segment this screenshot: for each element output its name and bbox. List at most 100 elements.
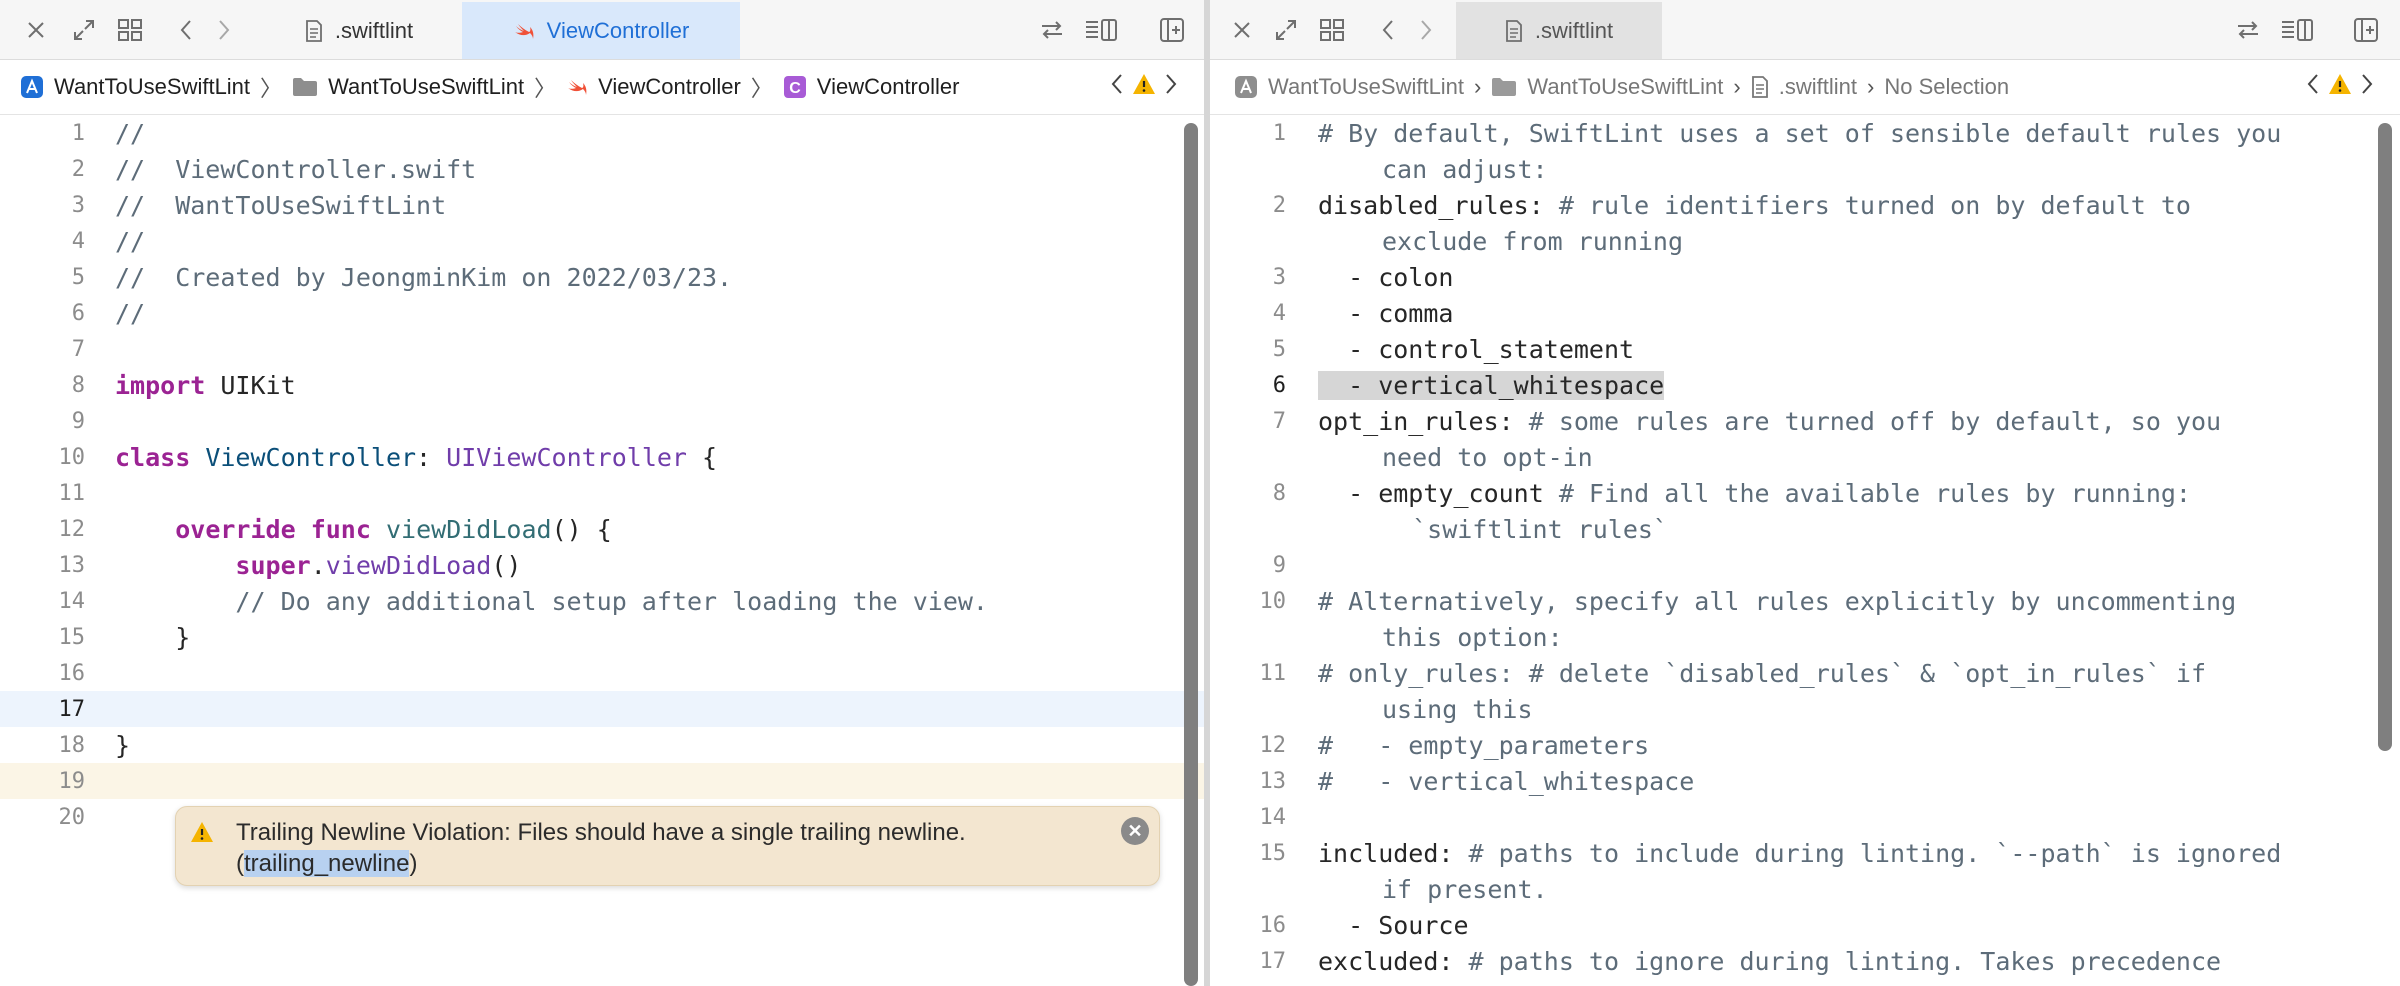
right-scrollbar[interactable] bbox=[2378, 123, 2392, 751]
breadcrumb-folder[interactable]: WantToUseSwiftLint bbox=[1491, 74, 1723, 100]
code-line: 3 - colon bbox=[1210, 259, 2400, 295]
yaml-key: - empty_count bbox=[1318, 478, 1544, 508]
left-tab-bar: .swiftlint ViewController bbox=[0, 0, 1204, 60]
document-icon bbox=[305, 19, 323, 42]
breadcrumb-label: WantToUseSwiftLint bbox=[54, 74, 251, 99]
code-token: . bbox=[310, 550, 326, 580]
issue-navigator bbox=[2306, 72, 2374, 96]
line-number: 15 bbox=[58, 624, 86, 650]
line-number: 13 bbox=[58, 552, 86, 578]
code-line: 1 # By default, SwiftLint uses a set of s… bbox=[1210, 115, 2400, 151]
breadcrumb-file[interactable]: .swiftlint bbox=[1751, 74, 1857, 100]
comment: need to opt-in bbox=[1382, 442, 1593, 472]
next-issue-icon[interactable] bbox=[1164, 72, 1178, 96]
previous-issue-icon[interactable] bbox=[1110, 72, 1124, 96]
tab-viewcontroller[interactable]: ViewController bbox=[462, 2, 740, 59]
code-text: // Created by JeongminKim on 2022/03/23. bbox=[115, 263, 732, 292]
right-code-editor[interactable]: 1 # By default, SwiftLint uses a set of s… bbox=[1210, 115, 2400, 986]
line-number: 3 bbox=[1272, 264, 1286, 290]
close-icon[interactable]: ✕ bbox=[1121, 817, 1149, 845]
add-editor-icon[interactable] bbox=[1152, 10, 1192, 50]
comment: # Find all the available rules by runnin… bbox=[1543, 478, 2191, 508]
breadcrumb-label: ViewController bbox=[816, 74, 960, 99]
comment: // bbox=[115, 298, 146, 328]
grid-icon[interactable] bbox=[110, 10, 150, 50]
line-number: 6 bbox=[71, 300, 85, 326]
grid-icon[interactable] bbox=[1312, 10, 1352, 50]
comment: // Created by JeongminKim on 2022/03/23. bbox=[115, 262, 733, 292]
expand-icon[interactable] bbox=[1266, 10, 1306, 50]
forward-chevron-icon[interactable] bbox=[1406, 10, 1446, 50]
swap-icon[interactable] bbox=[2228, 10, 2268, 50]
chevron-right-icon: 〉 bbox=[260, 76, 283, 101]
code-token: : bbox=[416, 442, 447, 472]
line-number: 14 bbox=[1259, 804, 1287, 830]
close-icon[interactable] bbox=[16, 10, 56, 50]
back-chevron-icon[interactable] bbox=[1368, 10, 1408, 50]
comment: // bbox=[115, 226, 146, 256]
warning-rule: (trailing_newline) bbox=[236, 848, 966, 879]
line-number: 1 bbox=[1272, 120, 1286, 146]
code-line: 3 // WantToUseSwiftLint bbox=[0, 187, 1204, 223]
code-line: 2 // ViewController.swift bbox=[0, 151, 1204, 187]
breadcrumb-selection[interactable]: No Selection bbox=[1884, 74, 2009, 100]
code-line: 16 bbox=[0, 655, 1204, 691]
code-line: 13 # - vertical_whitespace bbox=[1210, 763, 2400, 799]
line-number: 5 bbox=[1272, 336, 1286, 362]
code-line-continuation: this option: bbox=[1210, 619, 2400, 655]
back-chevron-icon[interactable] bbox=[166, 10, 206, 50]
comment: this option: bbox=[1382, 622, 1563, 652]
function-name: viewDidLoad bbox=[385, 514, 552, 544]
breadcrumb-file[interactable]: ViewController bbox=[566, 74, 741, 100]
line-number: 11 bbox=[58, 480, 86, 506]
previous-issue-icon[interactable] bbox=[2306, 72, 2320, 96]
comment: # By default, SwiftLint uses a set of se… bbox=[1318, 118, 2282, 148]
xcode-window: .swiftlint ViewController WantToUseSwift… bbox=[0, 0, 2400, 986]
editor-options-icon[interactable] bbox=[2278, 10, 2318, 50]
code-line: 12 # - empty_parameters bbox=[1210, 727, 2400, 763]
comment: # - empty_parameters bbox=[1318, 730, 1650, 760]
line-number: 4 bbox=[71, 228, 85, 254]
warning-rule-id[interactable]: trailing_newline bbox=[244, 850, 410, 877]
add-editor-icon[interactable] bbox=[2346, 10, 2386, 50]
breadcrumb-folder[interactable]: WantToUseSwiftLint bbox=[292, 74, 524, 100]
comment: # Alternatively, specify all rules expli… bbox=[1318, 586, 2237, 616]
tab-swiftlint[interactable]: .swiftlint bbox=[258, 2, 460, 59]
code-text: // Do any additional setup after loading… bbox=[115, 587, 988, 616]
expand-icon[interactable] bbox=[64, 10, 104, 50]
comment: # paths to include during linting. `--pa… bbox=[1453, 838, 2282, 868]
yaml-key: excluded: bbox=[1318, 946, 1454, 976]
breadcrumb-project[interactable]: WantToUseSwiftLint bbox=[20, 74, 250, 100]
comment: `swiftlint rules` bbox=[1382, 514, 1668, 544]
code-text: - comma bbox=[1318, 299, 1453, 328]
close-icon[interactable] bbox=[1222, 10, 1262, 50]
warning-icon[interactable] bbox=[2328, 73, 2352, 95]
code-text: # By default, SwiftLint uses a set of se… bbox=[1318, 119, 2281, 148]
code-line: 18} bbox=[0, 727, 1204, 763]
code-text: super.viewDidLoad() bbox=[115, 551, 521, 580]
yaml-key: disabled_rules: bbox=[1318, 190, 1544, 220]
code-line-continuation: need to opt-in bbox=[1210, 439, 2400, 475]
class-name: ViewController bbox=[205, 442, 417, 472]
tab-swiftlint[interactable]: .swiftlint bbox=[1456, 2, 1662, 59]
swap-icon[interactable] bbox=[1032, 10, 1072, 50]
warning-icon[interactable] bbox=[1132, 73, 1156, 95]
code-line: 12 override func viewDidLoad() { bbox=[0, 511, 1204, 547]
breadcrumb-label: .swiftlint bbox=[1778, 74, 1857, 99]
code-line: 17 bbox=[0, 691, 1204, 727]
yaml-key: included: bbox=[1318, 838, 1454, 868]
line-number: 14 bbox=[58, 588, 86, 614]
code-token: - Source bbox=[1318, 910, 1469, 940]
code-text: # - empty_parameters bbox=[1318, 731, 1649, 760]
next-issue-icon[interactable] bbox=[2360, 72, 2374, 96]
code-line: 19 bbox=[0, 763, 1204, 799]
breadcrumb-symbol[interactable]: C ViewController bbox=[783, 74, 960, 100]
breadcrumb-project[interactable]: WantToUseSwiftLint bbox=[1234, 74, 1464, 100]
code-text: } bbox=[115, 623, 190, 652]
code-line: 10 # Alternatively, specify all rules exp… bbox=[1210, 583, 2400, 619]
editor-options-icon[interactable] bbox=[1082, 10, 1122, 50]
folder-icon bbox=[292, 77, 318, 97]
left-scrollbar[interactable] bbox=[1184, 123, 1198, 986]
code-text: - control_statement bbox=[1318, 335, 1634, 364]
forward-chevron-icon[interactable] bbox=[204, 10, 244, 50]
